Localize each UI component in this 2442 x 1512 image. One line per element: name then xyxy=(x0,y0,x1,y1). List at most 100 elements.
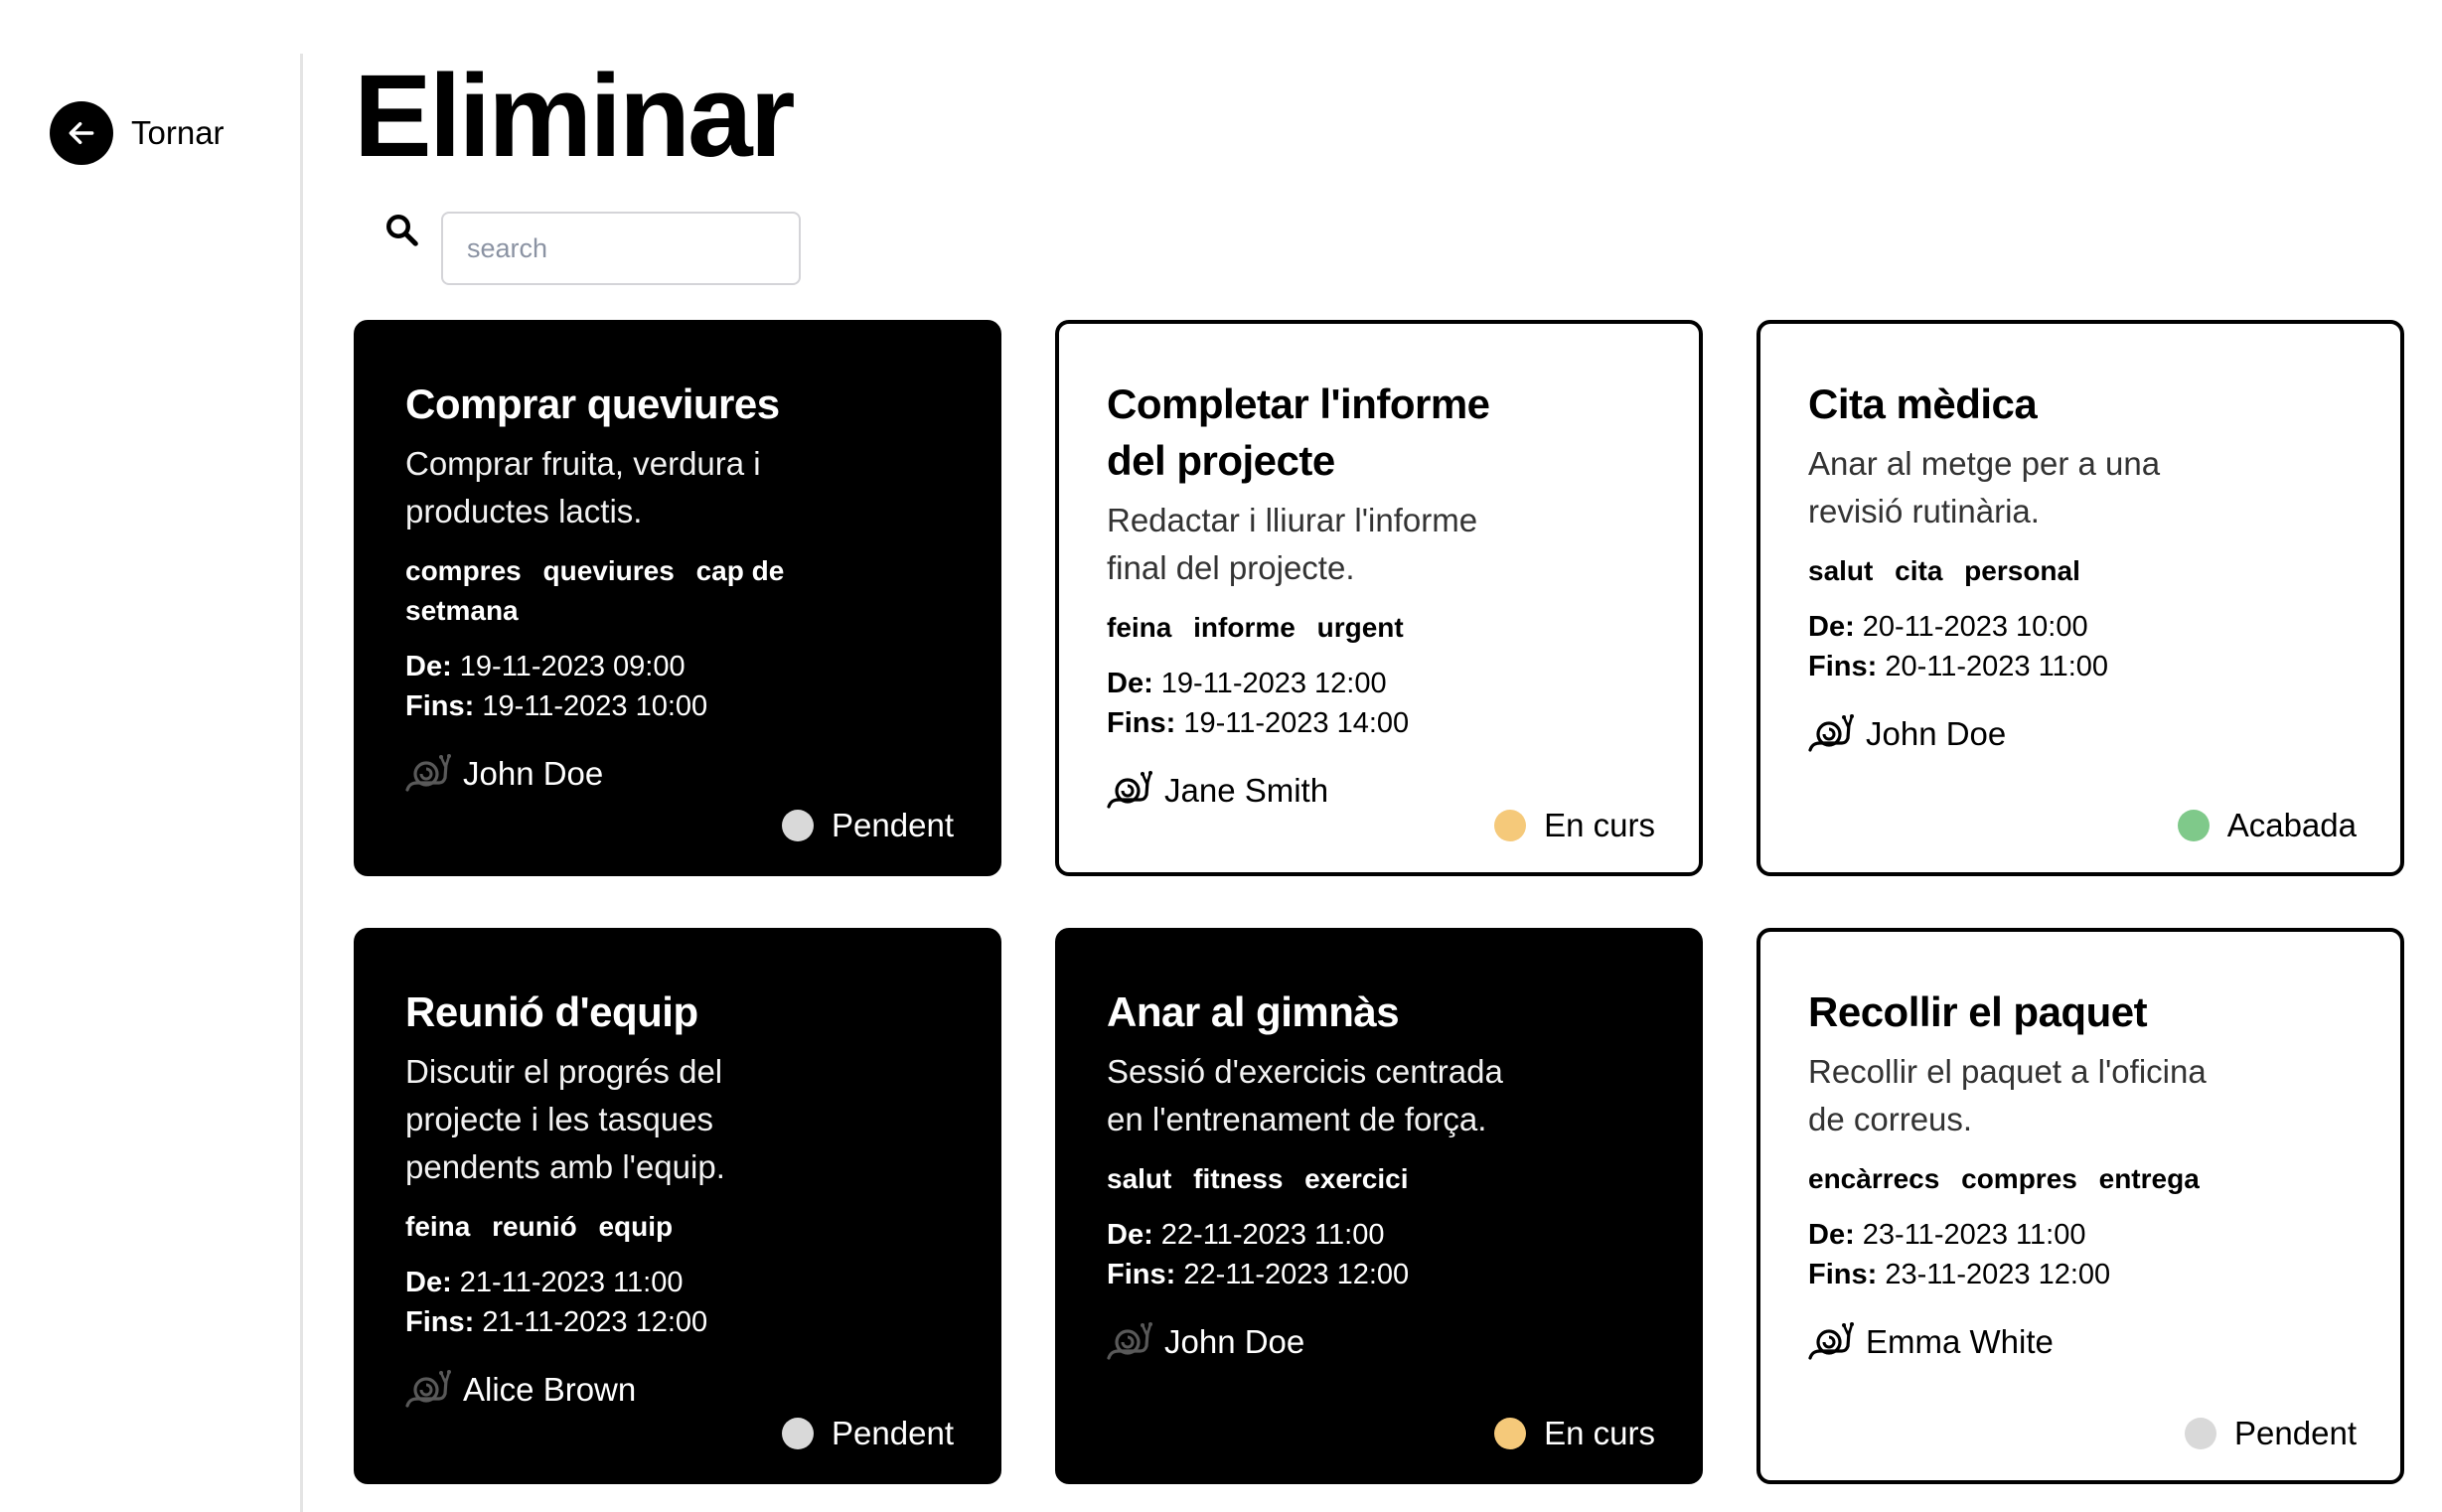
end-label: Fins: xyxy=(1107,1259,1176,1290)
task-owner: Alice Brown xyxy=(405,1370,950,1410)
task-title: Cita mèdica xyxy=(1808,380,2038,427)
task-dates: De: 20-11-2023 10:00 Fins: 20-11-2023 11… xyxy=(1808,607,2353,686)
status-label: En curs xyxy=(1544,1415,1655,1451)
task-tag: exercici xyxy=(1304,1163,1409,1194)
owner-name: John Doe xyxy=(1866,715,2007,752)
task-card[interactable]: Completar l'informe del projecte Redacta… xyxy=(1055,320,1703,876)
task-tag: reunió xyxy=(492,1211,577,1242)
task-tag: urgent xyxy=(1316,612,1404,643)
status-dot xyxy=(1494,1418,1527,1449)
task-card[interactable]: Anar al gimnàs Sessió d'exercicis centra… xyxy=(1055,928,1703,1484)
task-status: Pendent xyxy=(782,807,954,844)
end-datetime: 23-11-2023 12:00 xyxy=(1885,1259,2111,1290)
end-label: Fins: xyxy=(405,690,475,722)
owner-name: John Doe xyxy=(1164,1323,1305,1360)
back-button[interactable]: Tornar xyxy=(50,101,225,165)
task-tag: salut xyxy=(1808,555,1874,586)
task-end: Fins: 21-11-2023 12:00 xyxy=(405,1302,950,1342)
task-tag: compres xyxy=(1961,1163,2077,1194)
task-end: Fins: 19-11-2023 10:00 xyxy=(405,686,950,726)
owner-name: John Doe xyxy=(463,755,604,792)
task-start: De: 19-11-2023 12:00 xyxy=(1107,664,1651,703)
owner-name: Jane Smith xyxy=(1164,772,1329,809)
end-datetime: 20-11-2023 11:00 xyxy=(1885,651,2109,682)
start-label: De: xyxy=(405,651,452,682)
end-label: Fins: xyxy=(1107,707,1176,739)
status-label: Pendent xyxy=(2234,1415,2357,1451)
owner-name: Emma White xyxy=(1866,1323,2054,1360)
task-start: De: 23-11-2023 11:00 xyxy=(1808,1215,2353,1255)
task-owner: John Doe xyxy=(1107,1322,1651,1362)
snail-icon xyxy=(1808,714,1854,752)
search-icon xyxy=(386,215,418,246)
task-card[interactable]: Recollir el paquet Recollir el paquet a … xyxy=(1756,928,2404,1484)
owner-name: Alice Brown xyxy=(463,1371,637,1408)
snail-icon xyxy=(1107,1322,1152,1360)
task-tag: fitness xyxy=(1193,1163,1284,1194)
task-owner: John Doe xyxy=(1808,714,2353,754)
task-title: Anar al gimnàs xyxy=(1107,988,1400,1035)
back-label: Tornar xyxy=(131,114,225,151)
start-label: De: xyxy=(1808,611,1855,643)
task-status: En curs xyxy=(1494,1415,1655,1452)
task-tag: cita xyxy=(1895,555,1943,586)
sidebar: Tornar xyxy=(0,0,303,1512)
task-card[interactable]: Cita mèdica Anar al metge per a una revi… xyxy=(1756,320,2404,876)
task-owner: Emma White xyxy=(1808,1322,2353,1362)
task-tag: entrega xyxy=(2098,1163,2200,1194)
task-description: Discutir el progrés del projecte i les t… xyxy=(405,1053,725,1185)
task-tag: personal xyxy=(1964,555,2080,586)
task-title: Reunió d'equip xyxy=(405,988,698,1035)
task-status: Pendent xyxy=(2185,1415,2357,1452)
status-label: Pendent xyxy=(832,1415,954,1451)
task-tags: feina informe urgent xyxy=(1107,608,1544,648)
snail-icon xyxy=(405,1370,451,1408)
task-tag: queviures xyxy=(542,555,675,586)
task-dates: De: 19-11-2023 09:00 Fins: 19-11-2023 10… xyxy=(405,647,950,726)
status-dot xyxy=(2185,1418,2217,1449)
search-bar xyxy=(383,212,801,285)
sidebar-divider xyxy=(300,54,303,1512)
arrow-left-icon xyxy=(50,101,113,165)
task-end: Fins: 22-11-2023 12:00 xyxy=(1107,1255,1651,1294)
status-dot xyxy=(1494,810,1527,841)
task-start: De: 19-11-2023 09:00 xyxy=(405,647,950,686)
task-title: Completar l'informe del projecte xyxy=(1107,380,1490,484)
task-status: En curs xyxy=(1494,807,1655,844)
task-description: Redactar i lliurar l'informe final del p… xyxy=(1107,502,1478,586)
page-title: Eliminar xyxy=(354,51,796,182)
task-tag: informe xyxy=(1193,612,1296,643)
status-dot xyxy=(782,810,815,841)
end-label: Fins: xyxy=(1808,651,1878,682)
task-tag: compres xyxy=(405,555,522,586)
task-start: De: 21-11-2023 11:00 xyxy=(405,1263,950,1302)
task-status: Pendent xyxy=(782,1415,954,1452)
task-card[interactable]: Reunió d'equip Discutir el progrés del p… xyxy=(354,928,1001,1484)
task-tags: feina reunió equip xyxy=(405,1207,842,1247)
task-start: De: 20-11-2023 10:00 xyxy=(1808,607,2353,647)
task-dates: De: 21-11-2023 11:00 Fins: 21-11-2023 12… xyxy=(405,1263,950,1342)
start-datetime: 22-11-2023 11:00 xyxy=(1160,1219,1385,1251)
status-label: Acabada xyxy=(2226,807,2357,843)
snail-icon xyxy=(405,754,451,792)
status-dot xyxy=(782,1418,815,1449)
task-description: Sessió d'exercicis centrada en l'entrena… xyxy=(1107,1053,1503,1137)
task-owner: Jane Smith xyxy=(1107,771,1651,811)
task-tags: salut fitness exercici xyxy=(1107,1159,1544,1199)
status-label: Pendent xyxy=(832,807,954,843)
status-dot xyxy=(2177,810,2210,841)
task-description: Recollir el paquet a l'oficina de correu… xyxy=(1808,1053,2207,1137)
search-input[interactable] xyxy=(441,212,801,285)
task-card[interactable]: Comprar queviures Comprar fruita, verdur… xyxy=(354,320,1001,876)
task-tag: feina xyxy=(1107,612,1172,643)
start-label: De: xyxy=(1107,668,1153,699)
task-tags: encàrrecs compres entrega xyxy=(1808,1159,2245,1199)
start-datetime: 19-11-2023 09:00 xyxy=(459,651,686,682)
task-end: Fins: 20-11-2023 11:00 xyxy=(1808,647,2353,686)
end-datetime: 21-11-2023 12:00 xyxy=(482,1306,708,1338)
start-datetime: 23-11-2023 11:00 xyxy=(1862,1219,2086,1251)
status-label: En curs xyxy=(1544,807,1655,843)
task-tags: salut cita personal xyxy=(1808,551,2245,591)
start-label: De: xyxy=(405,1267,452,1298)
start-label: De: xyxy=(1808,1219,1855,1251)
